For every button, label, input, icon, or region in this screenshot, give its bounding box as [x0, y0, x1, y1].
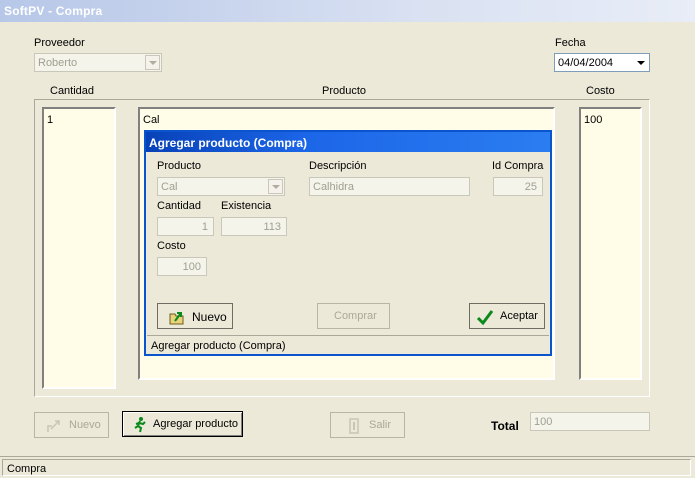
- main-window: SoftPV - Compra Proveedor Roberto Fecha …: [0, 0, 695, 478]
- total-field: 100: [530, 412, 650, 431]
- costo-list[interactable]: 100: [579, 107, 642, 380]
- dialog-producto-value: Cal: [161, 181, 178, 193]
- title-bar[interactable]: SoftPV - Compra: [0, 0, 695, 22]
- new-arrow-icon: [47, 420, 60, 432]
- agregar-producto-button[interactable]: Agregar producto: [122, 411, 243, 437]
- agregar-producto-button-label: Agregar producto: [153, 418, 238, 430]
- dialog-descripcion-value: Calhidra: [313, 181, 354, 193]
- dialog-existencia-field[interactable]: 113: [221, 217, 287, 236]
- dialog-existencia-label: Existencia: [221, 200, 272, 212]
- costo-header: Costo: [586, 85, 615, 97]
- proveedor-value: Roberto: [38, 57, 78, 69]
- dialog-status-bar: Agregar producto (Compra): [147, 335, 549, 354]
- checkmark-icon: [476, 310, 494, 326]
- list-item[interactable]: 100: [584, 114, 602, 126]
- folder-arrow-icon: [169, 312, 184, 325]
- status-text: Compra: [7, 463, 47, 475]
- dialog-id-compra-label: Id Compra: [492, 160, 544, 172]
- dialog-existencia-value: 113: [263, 221, 281, 233]
- total-label: Total: [491, 419, 519, 433]
- dialog-cantidad-label: Cantidad: [157, 200, 202, 212]
- dialog-comprar-button-label: Comprar: [334, 310, 377, 322]
- fecha-select[interactable]: 04/04/2004: [554, 53, 650, 72]
- chevron-down-icon[interactable]: [633, 55, 648, 70]
- dialog-costo-field[interactable]: 100: [157, 257, 207, 276]
- status-bar: Compra: [0, 456, 695, 478]
- dialog-producto-label: Producto: [157, 160, 202, 172]
- status-panel: Compra: [2, 459, 691, 476]
- list-item[interactable]: Cal: [143, 114, 160, 126]
- door-exit-icon: [349, 418, 359, 434]
- dialog-costo-label: Costo: [157, 240, 186, 252]
- dialog-descripcion-label: Descripción: [309, 160, 367, 172]
- dialog-nuevo-button-label: Nuevo: [192, 310, 227, 324]
- dialog-cantidad-field[interactable]: 1: [157, 217, 214, 236]
- nuevo-button[interactable]: Nuevo: [34, 412, 109, 438]
- dialog-aceptar-button-label: Aceptar: [500, 310, 538, 322]
- chevron-down-icon[interactable]: [268, 179, 283, 194]
- total-value: 100: [534, 416, 553, 428]
- list-item[interactable]: 1: [47, 114, 53, 126]
- dialog-cantidad-value: 1: [201, 221, 208, 233]
- chevron-down-icon[interactable]: [145, 55, 160, 70]
- agregar-producto-dialog: Agregar producto (Compra) Producto Cal D…: [144, 130, 552, 356]
- nuevo-button-label: Nuevo: [69, 419, 101, 431]
- window-title: SoftPV - Compra: [4, 4, 103, 18]
- dialog-id-compra-value: 25: [524, 181, 537, 193]
- fecha-value: 04/04/2004: [558, 57, 614, 69]
- dialog-comprar-button[interactable]: Comprar: [317, 303, 390, 329]
- dialog-title-bar[interactable]: Agregar producto (Compra): [146, 132, 550, 152]
- dialog-id-compra-field[interactable]: 25: [493, 177, 543, 196]
- dialog-aceptar-button[interactable]: Aceptar: [469, 303, 545, 329]
- dialog-costo-value: 100: [182, 261, 201, 273]
- salir-button[interactable]: Salir: [330, 412, 405, 438]
- cantidad-header: Cantidad: [50, 85, 95, 97]
- dialog-title: Agregar producto (Compra): [149, 136, 308, 150]
- proveedor-label: Proveedor: [34, 37, 85, 49]
- dialog-producto-select[interactable]: Cal: [157, 177, 285, 196]
- dialog-descripcion-field[interactable]: Calhidra: [309, 177, 470, 196]
- dialog-nuevo-button[interactable]: Nuevo: [157, 303, 233, 329]
- salir-button-label: Salir: [369, 419, 392, 431]
- cantidad-list[interactable]: 1: [42, 107, 116, 389]
- fecha-label: Fecha: [555, 37, 586, 49]
- running-man-icon: [134, 417, 146, 433]
- proveedor-select[interactable]: Roberto: [34, 53, 162, 72]
- dialog-status-text: Agregar producto (Compra): [151, 340, 286, 352]
- producto-header: Producto: [322, 85, 367, 97]
